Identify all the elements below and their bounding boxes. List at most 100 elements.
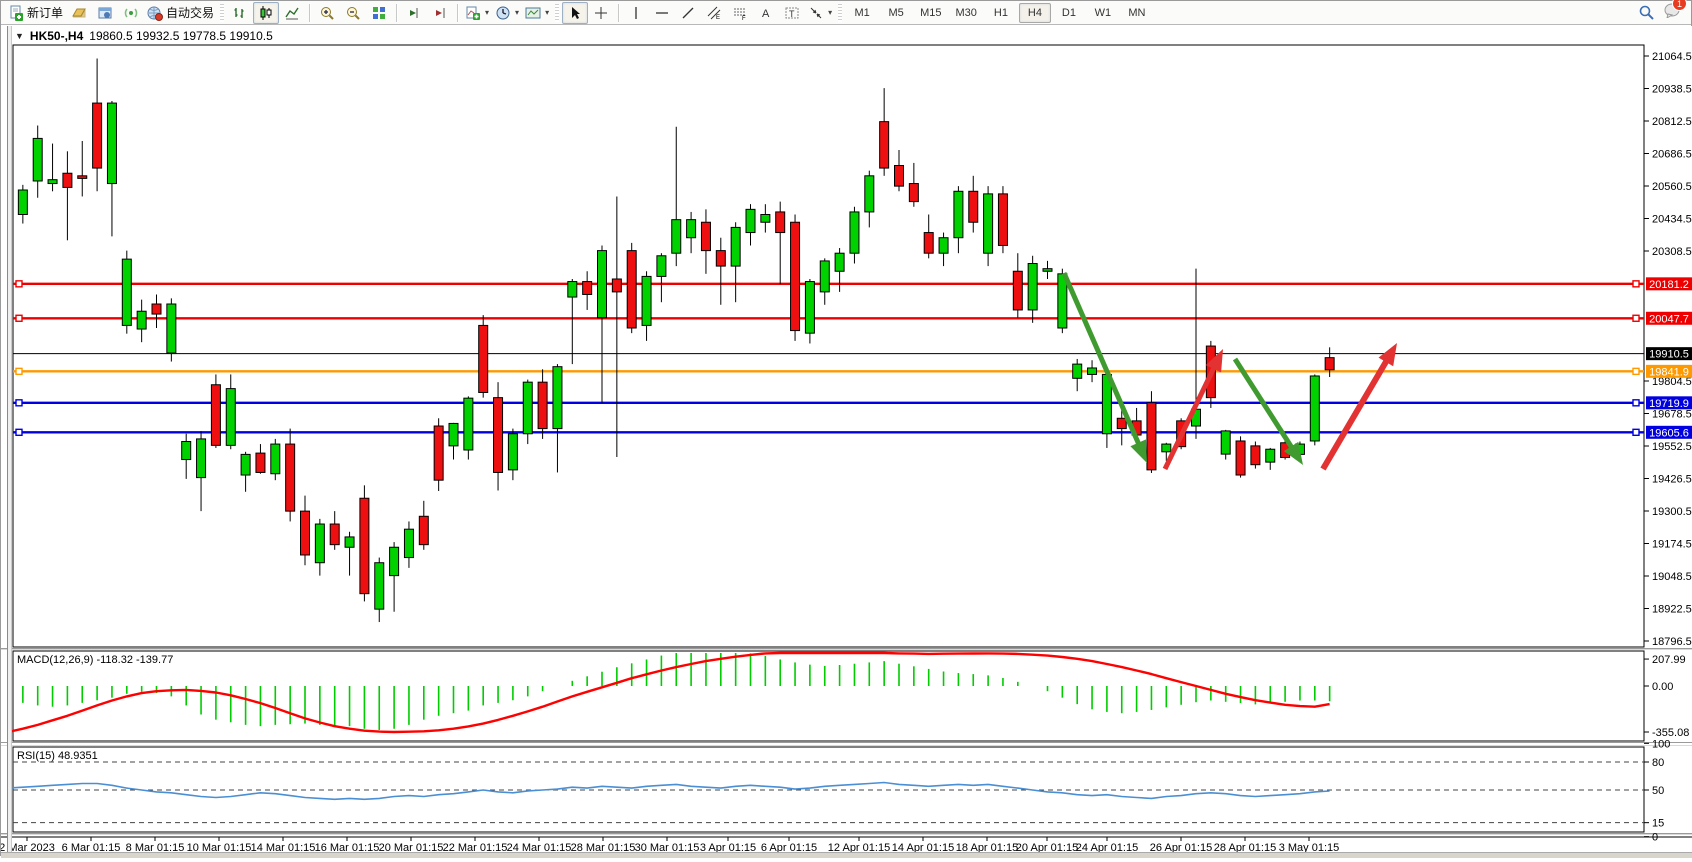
timeframe-m5[interactable]: M5 (880, 3, 912, 23)
candle-body (687, 220, 696, 238)
signals-button[interactable] (118, 2, 144, 24)
chart-title-bar: ▼ HK50-,H4 19860.5 19932.5 19778.5 19910… (15, 29, 273, 43)
new-order-icon (8, 5, 24, 21)
candle-body (1043, 269, 1052, 272)
line-handle[interactable] (1633, 315, 1639, 321)
price-tick: 20938.5 (1652, 84, 1692, 96)
tile-windows-button[interactable] (366, 2, 392, 24)
main-toolbar: 新订单 (1, 1, 1691, 25)
macd-axis-tick: 0.00 (1652, 681, 1673, 693)
price-tick: 20308.5 (1652, 246, 1692, 258)
zoom-in-button[interactable] (314, 2, 340, 24)
candle-body (286, 444, 295, 511)
timeframe-m1[interactable]: M1 (846, 3, 878, 23)
line-handle[interactable] (1633, 429, 1639, 435)
vertical-line-icon (628, 5, 644, 21)
timeframe-d1[interactable]: D1 (1053, 3, 1085, 23)
candle-body (152, 304, 161, 314)
market-watch-button[interactable] (66, 2, 92, 24)
bar-chart-icon (232, 5, 248, 21)
line-handle[interactable] (16, 315, 22, 321)
trend-arrow-head[interactable] (1379, 343, 1397, 366)
line-handle[interactable] (16, 429, 22, 435)
horizontal-line-button[interactable] (649, 2, 675, 24)
fibonacci-button[interactable]: F (727, 2, 753, 24)
vertical-line-button[interactable] (623, 2, 649, 24)
bar-chart-button[interactable] (227, 2, 253, 24)
cursor-button[interactable] (562, 2, 588, 24)
fibonacci-icon: F (732, 5, 748, 21)
templates-button[interactable]: ▾ (522, 2, 552, 24)
price-label: 19910.5 (1649, 349, 1689, 361)
rsi-axis-tick: 80 (1652, 757, 1664, 769)
text-label-icon: T (784, 5, 800, 21)
indicators-button[interactable]: ▾ (462, 2, 492, 24)
equidistant-channel-button[interactable]: E (701, 2, 727, 24)
price-tick: 19678.5 (1652, 409, 1692, 421)
candle-body (48, 180, 57, 184)
search-icon[interactable] (1638, 4, 1655, 21)
chart-surface[interactable]: 21064.520938.520812.520686.520560.520434… (1, 26, 1692, 852)
timeframe-m15[interactable]: M15 (914, 3, 947, 23)
line-chart-icon (284, 5, 300, 21)
line-handle[interactable] (16, 281, 22, 287)
candle-body (18, 190, 27, 215)
chart-shift-button[interactable] (427, 2, 453, 24)
candle-body (1310, 376, 1319, 441)
arrows-dropdown-arrow: ▾ (828, 8, 832, 17)
candle-body (895, 165, 904, 186)
zoom-out-button[interactable] (340, 2, 366, 24)
text-label-button[interactable]: T (779, 2, 805, 24)
auto-scroll-button[interactable] (401, 2, 427, 24)
notifications-button[interactable]: 1 (1663, 2, 1681, 23)
macd-signal-line (8, 653, 1330, 732)
timeframe-h1[interactable]: H1 (985, 3, 1017, 23)
timeframe-h4[interactable]: H4 (1019, 3, 1051, 23)
candle-body (924, 233, 933, 254)
autotrading-icon (147, 5, 163, 21)
line-handle[interactable] (16, 368, 22, 374)
line-handle[interactable] (16, 400, 22, 406)
price-label: 19605.6 (1649, 427, 1689, 439)
price-tick: 19048.5 (1652, 571, 1692, 583)
candle-body (1028, 264, 1037, 310)
price-tick: 21064.5 (1652, 51, 1692, 63)
trend-arrow-shaft[interactable] (1064, 273, 1140, 447)
crosshair-button[interactable] (588, 2, 614, 24)
autotrading-button[interactable]: 自动交易 (144, 2, 217, 24)
line-handle[interactable] (1633, 368, 1639, 374)
data-window-button[interactable] (92, 2, 118, 24)
price-tick: 18796.5 (1652, 636, 1692, 648)
trend-arrow-head[interactable] (1130, 439, 1147, 463)
timeframe-w1[interactable]: W1 (1087, 3, 1119, 23)
text-button[interactable]: A (753, 2, 779, 24)
candle-body (598, 251, 607, 318)
arrows-button[interactable]: ▾ (805, 2, 835, 24)
chart-symbol-period: HK50-,H4 (30, 29, 83, 43)
new-order-button[interactable]: 新订单 (5, 2, 66, 24)
candle-body (835, 253, 844, 271)
trendline-button[interactable] (675, 2, 701, 24)
collapse-chart-icon[interactable]: ▼ (15, 31, 24, 41)
candle-body (1236, 441, 1245, 475)
line-handle[interactable] (1633, 281, 1639, 287)
periods-clock-icon (495, 5, 511, 21)
timeframe-toolbar: M1M5M15M30H1H4D1W1MN (845, 3, 1154, 23)
trend-arrow-shaft[interactable] (1235, 359, 1293, 450)
timeframe-m30[interactable]: M30 (950, 3, 983, 23)
candle-body (627, 251, 636, 328)
candle-body (78, 176, 87, 179)
line-handle[interactable] (1633, 400, 1639, 406)
candle-body (969, 191, 978, 222)
candle-body (1221, 431, 1230, 454)
trend-arrow-shaft[interactable] (1323, 359, 1388, 469)
cursor-icon (567, 5, 583, 21)
timeframe-mn[interactable]: MN (1121, 3, 1153, 23)
trend-arrow-shaft[interactable] (1165, 365, 1215, 469)
candlestick-chart[interactable]: 21064.520938.520812.520686.520560.520434… (1, 26, 1692, 857)
periods-button[interactable]: ▾ (492, 2, 522, 24)
candle-body (850, 212, 859, 253)
line-chart-button[interactable] (279, 2, 305, 24)
plot-area[interactable] (4, 58, 1645, 622)
candlestick-chart-button[interactable] (253, 2, 279, 24)
